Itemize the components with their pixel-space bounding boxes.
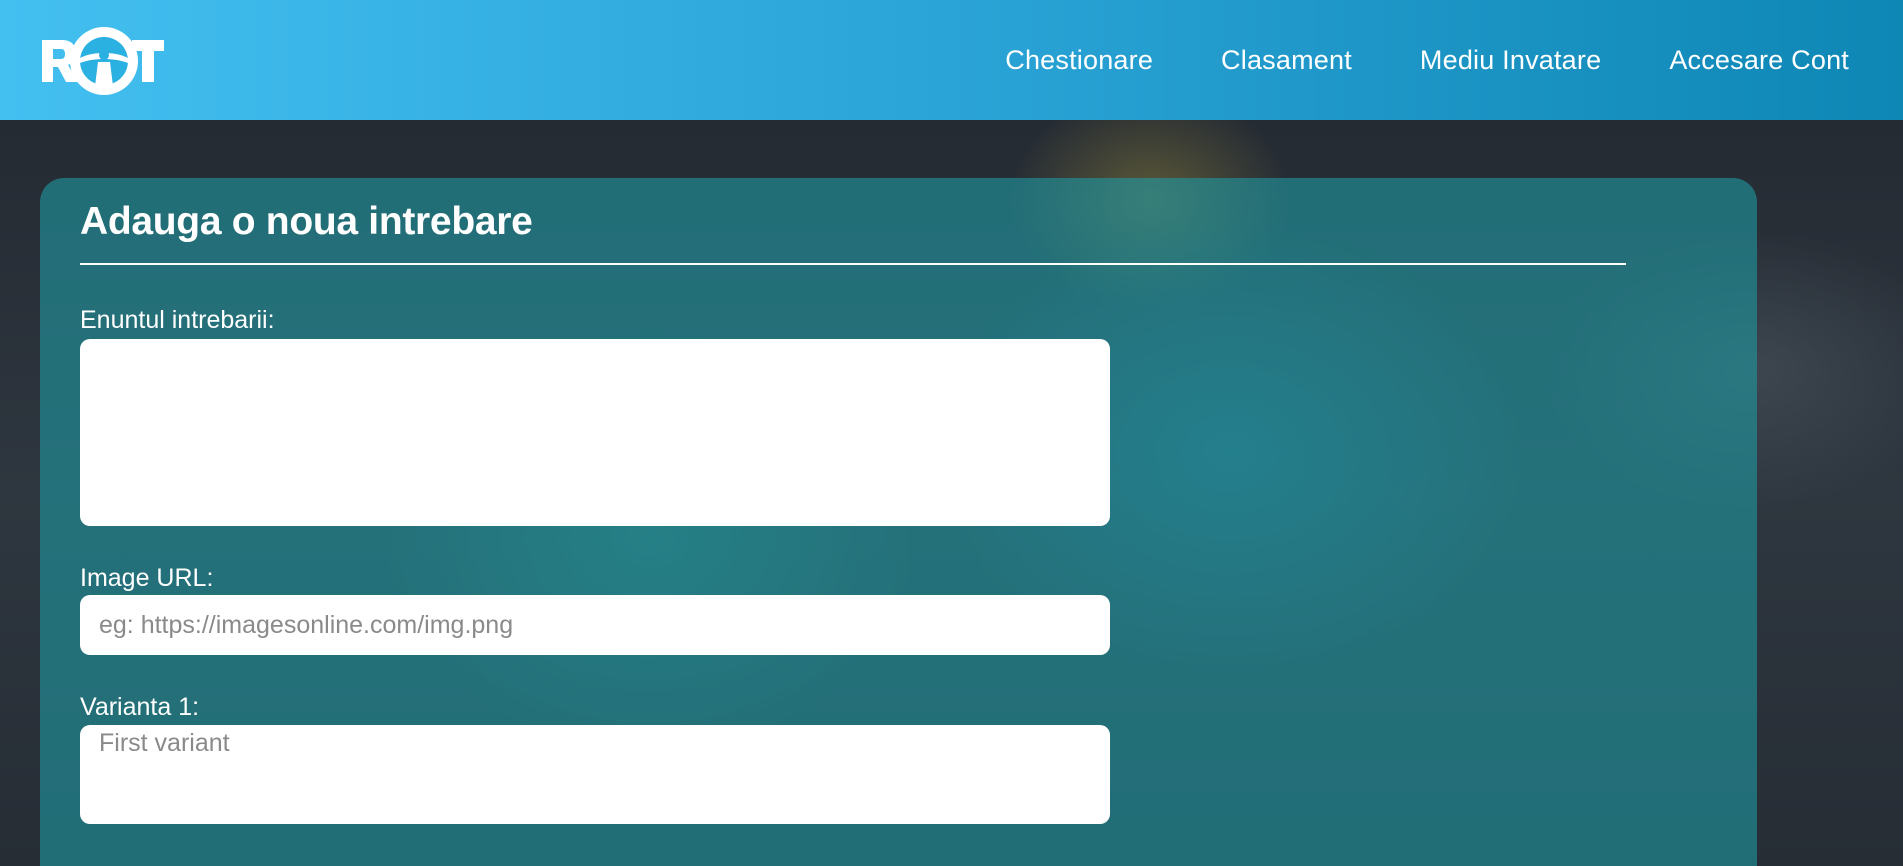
nav-clasament[interactable]: Clasament [1221, 45, 1352, 76]
question-textarea[interactable] [80, 339, 1110, 526]
nav-accesare-cont[interactable]: Accesare Cont [1669, 45, 1849, 76]
image-url-label: Image URL: [80, 564, 214, 592]
image-url-input[interactable] [80, 595, 1110, 655]
logo[interactable] [40, 24, 166, 98]
page-title: Adauga o noua intrebare [80, 200, 533, 243]
title-divider [80, 263, 1626, 265]
add-question-card: Adauga o noua intrebare Enuntul intrebar… [40, 178, 1757, 866]
steering-wheel-logo-icon [42, 27, 164, 95]
nav-mediu-invatare[interactable]: Mediu Invatare [1420, 45, 1601, 76]
main-nav: Chestionare Clasament Mediu Invatare Acc… [1005, 0, 1849, 120]
question-label: Enuntul intrebarii: [80, 306, 275, 334]
top-navbar: Chestionare Clasament Mediu Invatare Acc… [0, 0, 1903, 120]
nav-chestionare[interactable]: Chestionare [1005, 45, 1153, 76]
variant1-textarea[interactable] [80, 725, 1110, 824]
variant1-label: Varianta 1: [80, 693, 200, 721]
